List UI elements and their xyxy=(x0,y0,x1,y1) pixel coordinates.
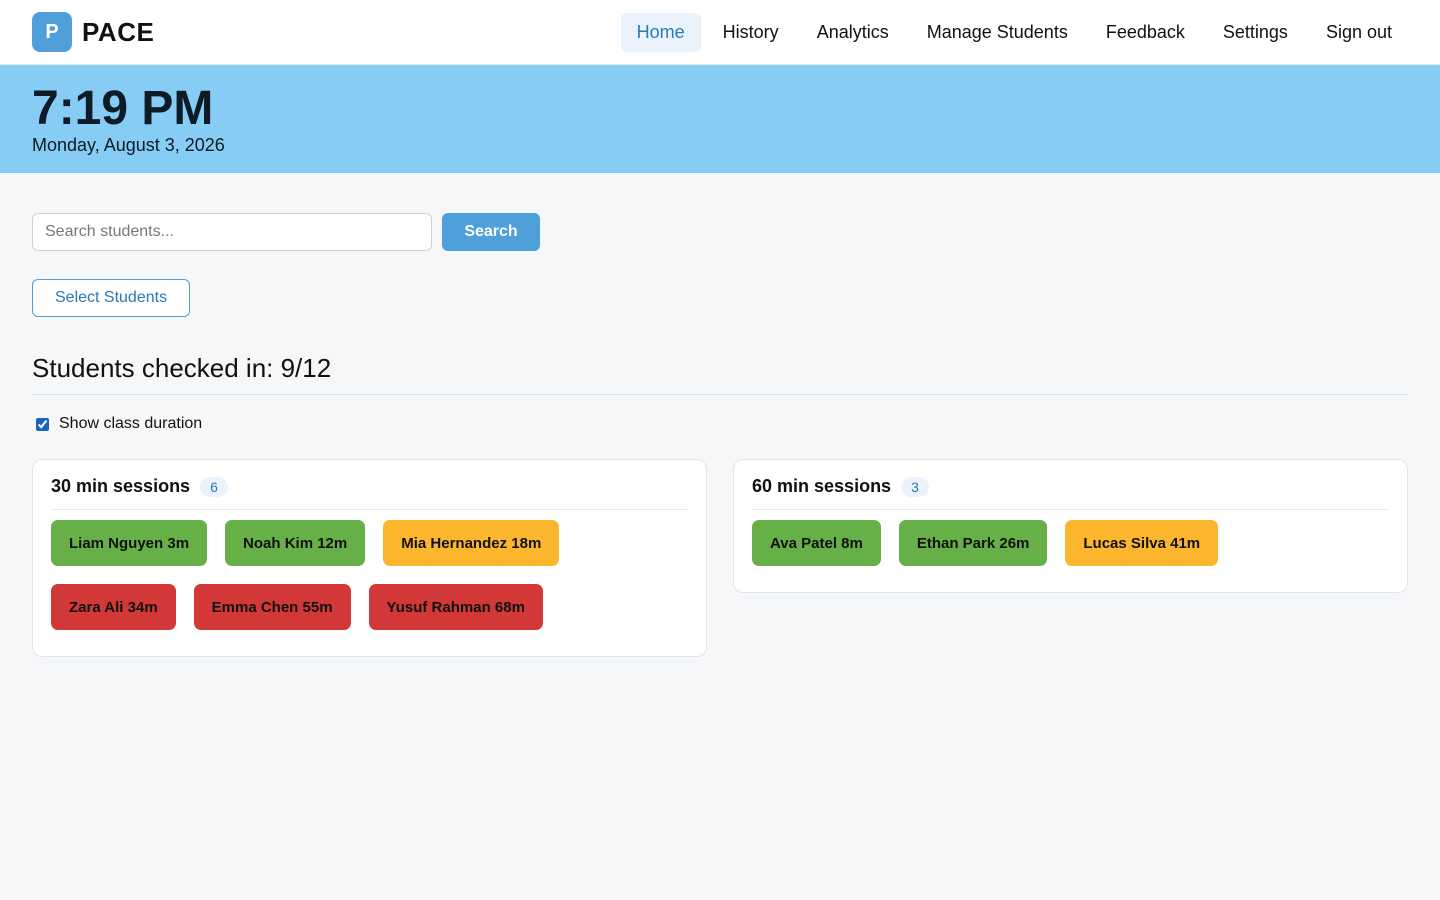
top-navbar: P PACE Home History Analytics Manage Stu… xyxy=(0,0,1440,65)
student-chip[interactable]: Emma Chen 55m xyxy=(193,584,351,630)
search-button[interactable]: Search xyxy=(442,213,540,251)
student-chip[interactable]: Liam Nguyen 3m xyxy=(51,520,208,566)
checked-in-count: Students checked in: 9/12 xyxy=(32,353,1408,395)
nav-feedback[interactable]: Feedback xyxy=(1090,13,1201,52)
panel-header: 30 min sessions 6 xyxy=(51,476,688,510)
brand-name: PACE xyxy=(82,16,155,47)
clock-banner: 7:19 PM Monday, August 3, 2026 xyxy=(0,65,1440,173)
search-row: Search xyxy=(32,213,1408,251)
search-input[interactable] xyxy=(32,213,432,251)
count-badge: 6 xyxy=(200,476,228,497)
nav-history[interactable]: History xyxy=(707,13,795,52)
nav-analytics[interactable]: Analytics xyxy=(801,13,905,52)
student-chip[interactable]: Ethan Park 26m xyxy=(898,520,1048,566)
session-panel-60: 60 min sessions 3 Ava Patel 8m Ethan Par… xyxy=(733,459,1408,593)
panel-header: 60 min sessions 3 xyxy=(752,476,1389,510)
nav-manage-students[interactable]: Manage Students xyxy=(911,13,1084,52)
current-time: 7:19 PM xyxy=(32,82,214,135)
pace-logo-icon: P xyxy=(32,12,72,52)
student-chip[interactable]: Noah Kim 12m xyxy=(225,520,366,566)
nav-settings[interactable]: Settings xyxy=(1207,13,1304,52)
count-badge: 3 xyxy=(901,476,929,497)
student-chip[interactable]: Zara Ali 34m xyxy=(51,584,176,630)
student-chip[interactable]: Yusuf Rahman 68m xyxy=(368,584,543,630)
student-chip[interactable]: Lucas Silva 41m xyxy=(1065,520,1219,566)
nav-home[interactable]: Home xyxy=(620,12,701,52)
nav-sign-out[interactable]: Sign out xyxy=(1310,13,1408,52)
select-students-button[interactable]: Select Students xyxy=(32,279,191,317)
show-duration-checkbox[interactable] xyxy=(36,417,49,431)
student-chip[interactable]: Mia Hernandez 18m xyxy=(383,520,560,566)
session-panel-30: 30 min sessions 6 Liam Nguyen 3m Noah Ki… xyxy=(32,459,707,657)
brand[interactable]: P PACE xyxy=(32,12,154,52)
main-nav: Home History Analytics Manage Students F… xyxy=(620,12,1408,52)
student-chip[interactable]: Ava Patel 8m xyxy=(752,520,881,566)
main-content: Search Select Students Students checked … xyxy=(0,173,1440,657)
current-date: Monday, August 3, 2026 xyxy=(32,135,225,155)
show-duration-label[interactable]: Show class duration xyxy=(59,415,202,433)
student-chip-list: Liam Nguyen 3m Noah Kim 12m Mia Hernande… xyxy=(51,520,688,630)
panel-title: 30 min sessions xyxy=(51,476,191,496)
student-chip-list: Ava Patel 8m Ethan Park 26m Lucas Silva … xyxy=(752,520,1389,566)
session-panels: 30 min sessions 6 Liam Nguyen 3m Noah Ki… xyxy=(32,459,1408,657)
show-duration-toggle: Show class duration xyxy=(32,415,1408,433)
panel-title: 60 min sessions xyxy=(752,476,892,496)
